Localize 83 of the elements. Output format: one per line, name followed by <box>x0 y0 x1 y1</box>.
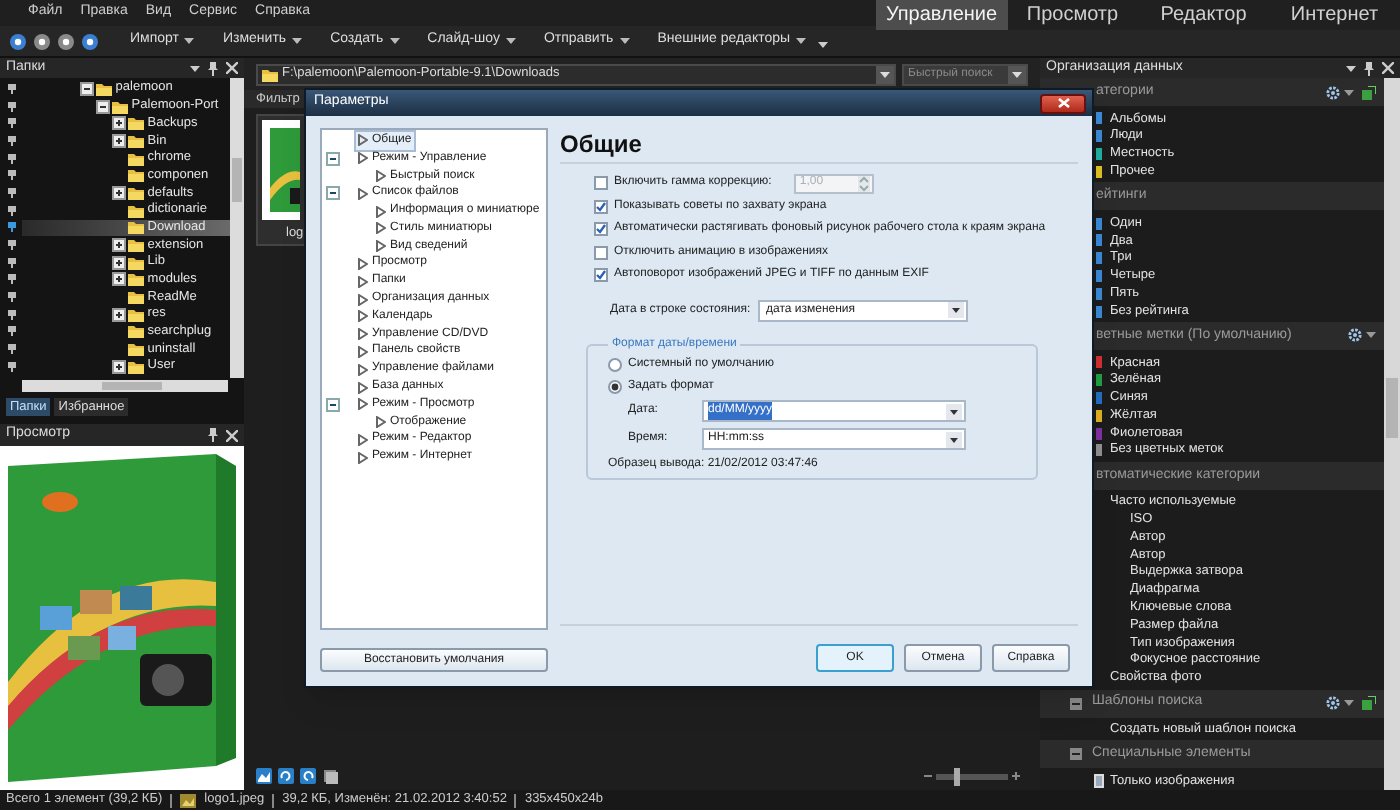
checkbox[interactable] <box>594 245 608 260</box>
dropdown-button[interactable] <box>1008 65 1026 83</box>
pin-icon[interactable] <box>7 153 15 164</box>
mode-tab[interactable]: Просмотр <box>1007 0 1138 30</box>
pin-icon[interactable] <box>7 83 15 94</box>
expand-icon[interactable] <box>112 116 126 131</box>
expand-icon[interactable] <box>112 307 126 322</box>
dropdown-arrow-icon[interactable] <box>946 403 962 419</box>
checkbox[interactable] <box>594 222 608 237</box>
pin-icon[interactable] <box>1364 61 1374 75</box>
pin-icon[interactable] <box>7 205 15 216</box>
pin-icon[interactable] <box>7 292 15 303</box>
dropdown-arrow-icon[interactable] <box>946 431 962 447</box>
caret-icon[interactable] <box>190 65 200 71</box>
minus-icon[interactable] <box>924 772 932 780</box>
pin-icon[interactable] <box>7 257 15 268</box>
pin-icon[interactable] <box>7 274 15 285</box>
gear-icon[interactable] <box>1326 85 1340 99</box>
expand-icon[interactable] <box>112 255 126 270</box>
pin-icon[interactable] <box>7 326 15 337</box>
plus-icon[interactable] <box>1012 772 1020 780</box>
pin-icon[interactable] <box>208 428 218 442</box>
export-icon[interactable] <box>1362 85 1376 99</box>
folder-icon <box>262 67 278 81</box>
collapse-icon[interactable] <box>96 99 110 114</box>
close-icon[interactable] <box>1382 62 1394 74</box>
image-icon <box>180 793 197 807</box>
pin-icon[interactable] <box>7 101 15 112</box>
caret-icon[interactable] <box>1344 700 1354 707</box>
caret-icon[interactable] <box>1346 65 1356 71</box>
scrollbar[interactable] <box>230 78 244 378</box>
gear-icon[interactable] <box>1348 328 1362 343</box>
gear-icon[interactable] <box>1326 696 1340 711</box>
close-icon[interactable] <box>226 429 238 441</box>
mode-tab[interactable]: Управление <box>876 0 1007 30</box>
expand-icon[interactable] <box>112 272 126 287</box>
scrollbar[interactable] <box>22 380 228 392</box>
image-icon[interactable] <box>256 768 272 784</box>
collapse-icon[interactable] <box>326 397 340 412</box>
close-icon <box>1057 98 1069 108</box>
collapse-icon[interactable] <box>80 81 94 96</box>
pin-icon[interactable] <box>7 222 15 233</box>
dropdown-button[interactable] <box>876 65 894 83</box>
close-button[interactable] <box>1040 93 1086 113</box>
radio-button[interactable] <box>608 357 622 371</box>
stack-icon[interactable] <box>322 768 338 784</box>
caret-icon[interactable] <box>389 38 400 44</box>
expand-icon[interactable] <box>112 238 126 253</box>
caret-icon[interactable] <box>619 38 630 44</box>
radio-button[interactable] <box>608 379 622 393</box>
caret-icon[interactable] <box>184 38 195 44</box>
expand-icon[interactable] <box>112 185 126 200</box>
mode-tab[interactable]: Интернет <box>1269 0 1400 30</box>
caret-icon[interactable] <box>292 38 303 44</box>
scrollbar[interactable] <box>1384 78 1400 790</box>
pin-icon[interactable] <box>7 344 15 355</box>
pin-icon[interactable] <box>7 240 15 251</box>
rotate-left-icon[interactable] <box>278 768 294 784</box>
collapse-icon[interactable] <box>326 151 340 166</box>
pin-icon[interactable] <box>7 361 15 372</box>
export-icon[interactable] <box>1362 696 1376 711</box>
pin-icon[interactable] <box>7 309 15 320</box>
pin-icon[interactable] <box>7 187 15 198</box>
expand-icon[interactable] <box>112 359 126 374</box>
expand-icon[interactable] <box>112 133 126 148</box>
pin-icon[interactable] <box>208 61 218 75</box>
checkbox[interactable] <box>594 268 608 283</box>
close-icon[interactable] <box>226 62 238 74</box>
checkbox[interactable] <box>594 176 608 191</box>
folder-icon <box>96 81 112 96</box>
checkbox[interactable] <box>594 199 608 214</box>
pin-icon[interactable] <box>7 135 15 146</box>
dropdown-arrow-icon[interactable] <box>948 302 964 318</box>
caret-icon[interactable] <box>1366 332 1376 339</box>
document-icon <box>1093 774 1103 789</box>
caret-icon[interactable] <box>1344 89 1354 95</box>
caret-icon[interactable] <box>505 38 516 44</box>
pin-icon[interactable] <box>7 118 15 129</box>
rotate-right-icon[interactable] <box>300 768 316 784</box>
section-heading: Общие <box>560 130 642 158</box>
mode-tab[interactable]: Редактор <box>1138 0 1269 30</box>
collapse-icon[interactable] <box>326 186 340 201</box>
pin-icon[interactable] <box>7 170 15 181</box>
